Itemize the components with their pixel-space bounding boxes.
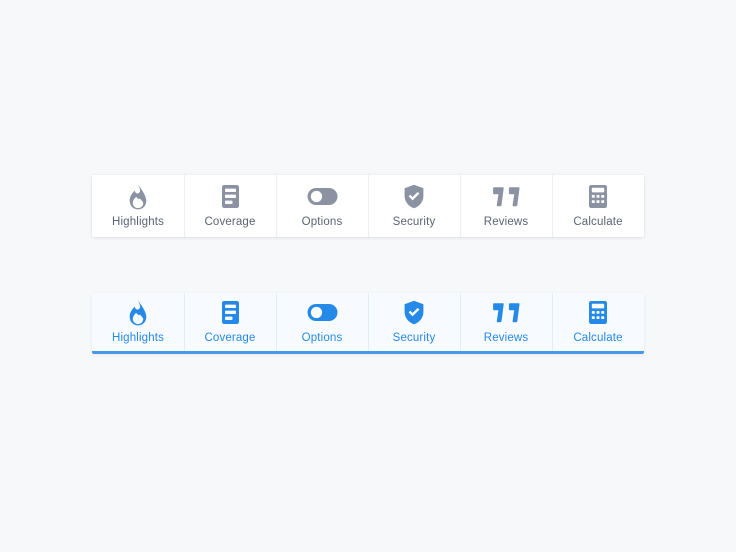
flame-icon bbox=[127, 184, 149, 210]
tab-calculate[interactable]: Calculate bbox=[552, 175, 644, 237]
calculator-icon bbox=[587, 300, 609, 326]
tab-highlights[interactable]: Highlights bbox=[92, 293, 184, 351]
tab-label: Reviews bbox=[483, 331, 529, 344]
tab-label: Coverage bbox=[204, 331, 256, 344]
tabbar-active: Highlights Coverage Options Security Rev… bbox=[92, 293, 644, 354]
shield-check-icon bbox=[403, 300, 425, 326]
tab-label: Highlights bbox=[112, 215, 164, 228]
flame-icon bbox=[127, 300, 149, 326]
calculator-icon bbox=[587, 184, 609, 210]
tab-label: Security bbox=[392, 215, 436, 228]
tabbar-default: Highlights Coverage Options Security Rev… bbox=[92, 175, 644, 237]
tab-options[interactable]: Options bbox=[276, 175, 368, 237]
tab-label: Options bbox=[301, 215, 343, 228]
tab-coverage[interactable]: Coverage bbox=[184, 175, 276, 237]
document-lines-icon bbox=[220, 184, 241, 210]
tab-label: Security bbox=[392, 331, 436, 344]
document-lines-icon bbox=[220, 300, 241, 326]
tab-label: Calculate bbox=[573, 215, 623, 228]
shield-check-icon bbox=[403, 184, 425, 210]
tab-label: Reviews bbox=[483, 215, 529, 228]
tab-security[interactable]: Security bbox=[368, 293, 460, 351]
tab-highlights[interactable]: Highlights bbox=[92, 175, 184, 237]
tab-label: Options bbox=[301, 331, 343, 344]
tab-options[interactable]: Options bbox=[276, 293, 368, 351]
tab-coverage[interactable]: Coverage bbox=[184, 293, 276, 351]
tab-label: Coverage bbox=[204, 215, 256, 228]
toggle-switch-icon bbox=[307, 184, 338, 210]
quote-marks-icon bbox=[492, 184, 521, 210]
tab-security[interactable]: Security bbox=[368, 175, 460, 237]
tab-reviews[interactable]: Reviews bbox=[460, 175, 552, 237]
tab-reviews[interactable]: Reviews bbox=[460, 293, 552, 351]
quote-marks-icon bbox=[492, 300, 521, 326]
tab-label: Calculate bbox=[573, 331, 623, 344]
tab-calculate[interactable]: Calculate bbox=[552, 293, 644, 351]
tab-label: Highlights bbox=[112, 331, 164, 344]
toggle-switch-icon bbox=[307, 300, 338, 326]
